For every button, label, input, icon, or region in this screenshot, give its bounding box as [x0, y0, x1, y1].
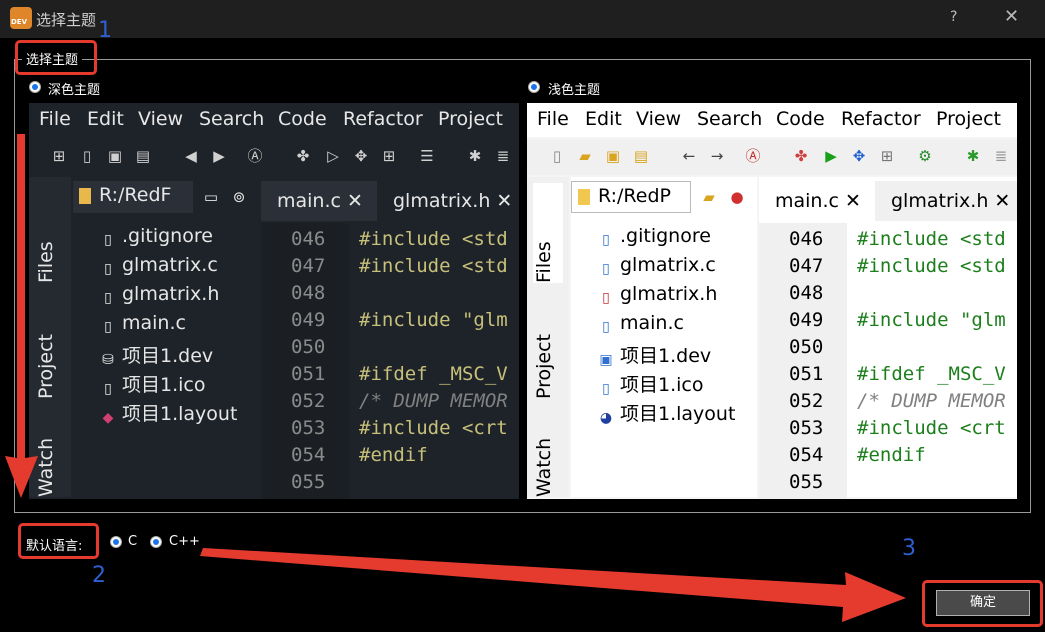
annotation-arrow-down	[5, 134, 38, 498]
annotation-arrows	[5, 134, 906, 622]
annotation-arrow-right	[200, 548, 906, 622]
